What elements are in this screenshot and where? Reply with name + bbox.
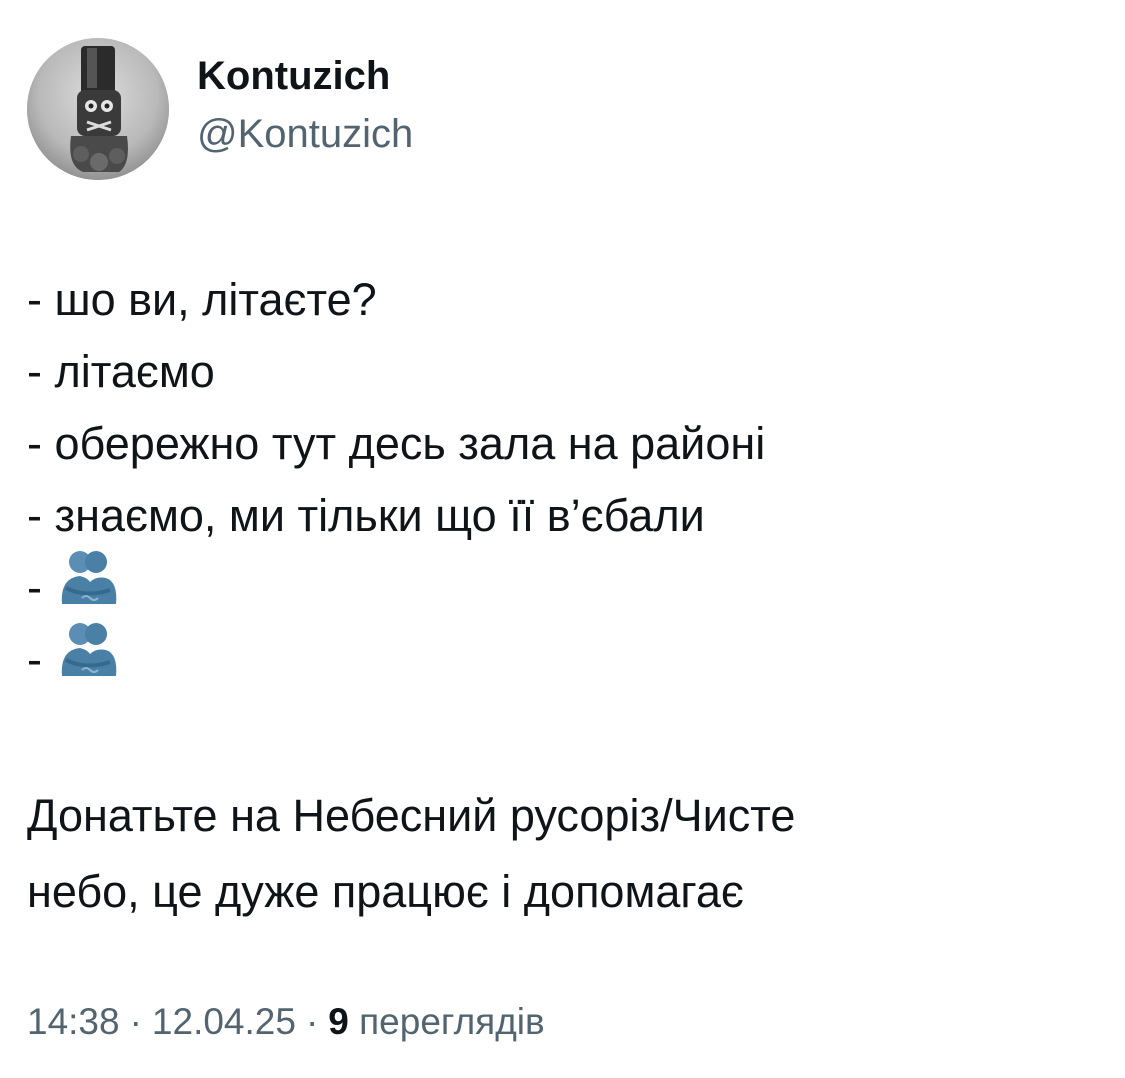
dialog-line: - знаємо, ми тільки що її в’єбали bbox=[27, 480, 1107, 552]
tweet-header: Kontuzich @Kontuzich bbox=[27, 38, 413, 180]
donate-paragraph: Донатьте на Небесний русоріз/Чисте небо,… bbox=[27, 778, 1107, 930]
avatar-image bbox=[27, 38, 169, 180]
tweet-body: - шо ви, літаєте? - літаємо - обережно т… bbox=[27, 264, 1107, 930]
author-names: Kontuzich @Kontuzich bbox=[197, 52, 413, 160]
dialog-line: - літаємо bbox=[27, 336, 1107, 408]
dialog-text: - bbox=[27, 562, 42, 613]
dialog-line: - bbox=[27, 622, 1107, 696]
dialog-text: - знаємо, ми тільки що її в’єбали bbox=[27, 490, 705, 541]
separator: · bbox=[305, 1001, 319, 1042]
views-label: переглядів bbox=[359, 1001, 545, 1042]
paragraph-line: Донатьте на Небесний русоріз/Чисте bbox=[27, 790, 796, 841]
people-hugging-icon bbox=[56, 548, 120, 629]
views-count[interactable]: 9 bbox=[328, 1001, 349, 1042]
tweet-time[interactable]: 14:38 bbox=[27, 1001, 120, 1042]
avatar[interactable] bbox=[27, 38, 169, 180]
dialog-text: - обережно тут десь зала на районі bbox=[27, 418, 766, 469]
dialog-line: - bbox=[27, 550, 1107, 624]
dialog-lines: - шо ви, літаєте? - літаємо - обережно т… bbox=[27, 264, 1107, 696]
dialog-text: - bbox=[27, 634, 42, 685]
tweet-meta: 14:38 · 12.04.25 · 9 переглядів bbox=[27, 992, 545, 1052]
tweet: Kontuzich @Kontuzich - шо ви, літаєте? -… bbox=[0, 0, 1125, 1078]
separator: · bbox=[129, 1001, 142, 1042]
user-handle[interactable]: @Kontuzich bbox=[197, 108, 413, 160]
people-hugging-icon bbox=[56, 620, 120, 701]
tweet-date[interactable]: 12.04.25 bbox=[152, 1001, 296, 1042]
paragraph-line: небо, це дуже працює і допомагає bbox=[27, 866, 744, 917]
dialog-line: - шо ви, літаєте? bbox=[27, 264, 1107, 336]
display-name[interactable]: Kontuzich bbox=[197, 52, 413, 100]
dialog-text: - шо ви, літаєте? bbox=[27, 274, 377, 325]
dialog-line: - обережно тут десь зала на районі bbox=[27, 408, 1107, 480]
dialog-text: - літаємо bbox=[27, 346, 215, 397]
